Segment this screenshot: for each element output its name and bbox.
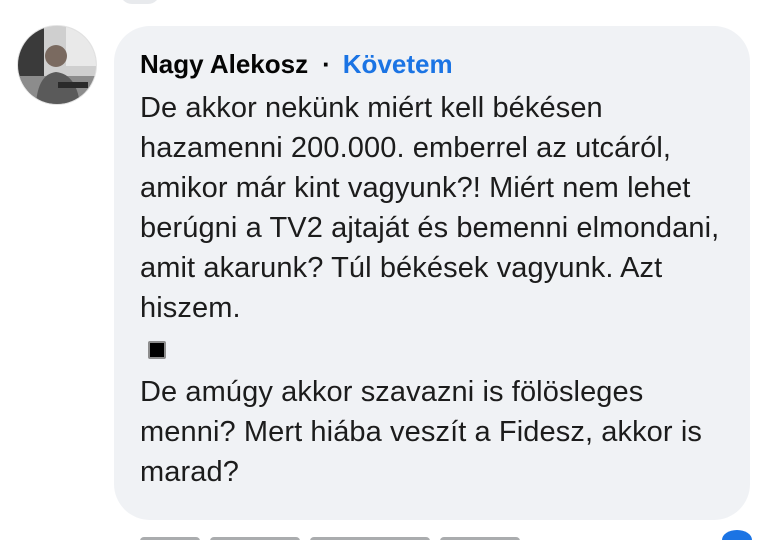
black-square-icon [148,341,166,359]
reaction-icon[interactable] [722,530,752,540]
follow-link[interactable]: Követem [343,49,453,80]
comment-text: De akkor nekünk miért kell békésen hazam… [140,88,730,492]
comment-screenshot: Nagy Alekosz · Követem De akkor nekünk m… [0,0,782,540]
separator-dot: · [322,48,331,79]
comment-paragraph-2: De amúgy akkor szavazni is fölösleges me… [140,376,702,488]
previous-comment-edge [120,0,160,4]
author-name[interactable]: Nagy Alekosz [140,49,308,80]
emoji-line [140,328,730,372]
comment-actions-cropped [140,532,740,540]
comment-header: Nagy Alekosz · Követem [140,46,730,82]
comment-bubble: Nagy Alekosz · Követem De akkor nekünk m… [114,26,750,520]
avatar-photo [18,26,96,104]
comment-paragraph-1: De akkor nekünk miért kell békésen hazam… [140,92,720,324]
avatar[interactable] [18,26,96,104]
